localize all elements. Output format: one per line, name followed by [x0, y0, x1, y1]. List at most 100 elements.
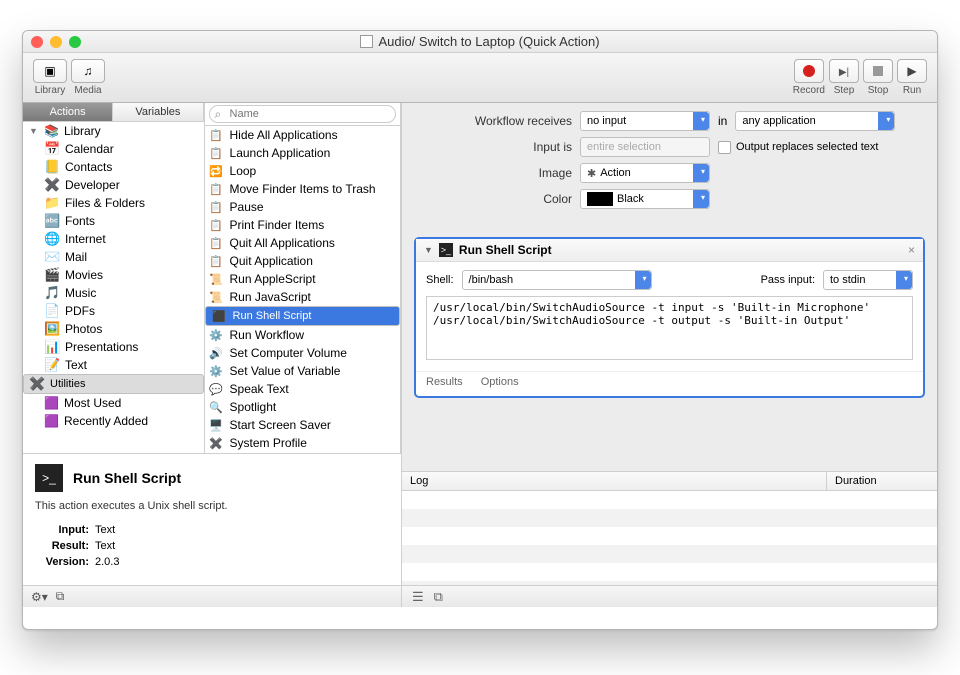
image-select[interactable]: ✱Action	[580, 163, 710, 183]
gear-icon[interactable]: ⚙︎▾	[31, 590, 48, 604]
library-item-mail[interactable]: ✉️Mail	[23, 248, 204, 266]
library-item-movies[interactable]: 🎬Movies	[23, 266, 204, 284]
log-panel: Log Duration	[402, 471, 937, 585]
list-view-icon[interactable]: ☰	[412, 589, 424, 605]
receives-label: Workflow receives	[422, 114, 572, 128]
variables-tab[interactable]: Variables	[113, 103, 203, 121]
receives-select[interactable]: no input	[580, 111, 710, 131]
library-item-fonts[interactable]: 🔤Fonts	[23, 212, 204, 230]
library-item-developer[interactable]: ✖️Developer	[23, 176, 204, 194]
library-item-contacts[interactable]: 📒Contacts	[23, 158, 204, 176]
log-rows	[402, 491, 937, 585]
inputis-label: Input is	[422, 140, 572, 154]
shell-select[interactable]: /bin/bash	[462, 270, 652, 290]
library-smart-most-used[interactable]: 🟪Most Used	[23, 394, 204, 412]
action-pause[interactable]: 📋Pause	[205, 198, 400, 216]
workflow-settings: Workflow receives no input in any applic…	[402, 103, 937, 227]
actions-column: 📋Hide All Applications📋Launch Applicatio…	[205, 103, 401, 453]
action-set-computer-volume[interactable]: 🔊Set Computer Volume	[205, 344, 400, 362]
library-root[interactable]: ▼📚Library	[23, 122, 204, 140]
window-title: Audio/ Switch to Laptop (Quick Action)	[23, 34, 937, 49]
action-run-workflow[interactable]: ⚙️Run Workflow	[205, 326, 400, 344]
action-move-finder-items-to-trash[interactable]: 📋Move Finder Items to Trash	[205, 180, 400, 198]
library-item-pdfs[interactable]: 📄PDFs	[23, 302, 204, 320]
duration-column-header[interactable]: Duration	[827, 472, 937, 490]
application-select[interactable]: any application	[735, 111, 895, 131]
remove-action-button[interactable]: ×	[908, 243, 915, 257]
action-print-finder-items[interactable]: 📋Print Finder Items	[205, 216, 400, 234]
workflow-canvas[interactable]: ▼ >_ Run Shell Script × Shell: /bin/bash…	[402, 227, 937, 471]
passinput-select[interactable]: to stdin	[823, 270, 913, 290]
stop-button[interactable]: Stop	[861, 59, 895, 96]
action-hide-all-applications[interactable]: 📋Hide All Applications	[205, 126, 400, 144]
library-item-internet[interactable]: 🌐Internet	[23, 230, 204, 248]
script-textarea[interactable]	[426, 296, 913, 360]
action-run-shell-script[interactable]: ⬛Run Shell Script	[205, 306, 400, 326]
actions-tab[interactable]: Actions	[23, 103, 113, 121]
info-version-value: 2.0.3	[95, 554, 119, 570]
search-input[interactable]	[209, 105, 396, 123]
action-set-value-of-variable[interactable]: ⚙️Set Value of Variable	[205, 362, 400, 380]
library-smart-recently-added[interactable]: 🟪Recently Added	[23, 412, 204, 430]
info-result-value: Text	[95, 538, 115, 554]
action-launch-application[interactable]: 📋Launch Application	[205, 144, 400, 162]
run-shell-script-card: ▼ >_ Run Shell Script × Shell: /bin/bash…	[414, 237, 925, 398]
library-toggle[interactable]: ▣Library	[31, 59, 69, 96]
action-start-screen-saver[interactable]: 🖥️Start Screen Saver	[205, 416, 400, 434]
in-label: in	[718, 114, 727, 128]
action-speak-text[interactable]: 💬Speak Text	[205, 380, 400, 398]
action-run-applescript[interactable]: 📜Run AppleScript	[205, 270, 400, 288]
shell-label: Shell:	[426, 274, 454, 286]
options-tab[interactable]: Options	[481, 376, 519, 388]
output-replaces-label: Output replaces selected text	[736, 141, 878, 153]
library-item-photos[interactable]: 🖼️Photos	[23, 320, 204, 338]
library-tree[interactable]: ▼📚Library📅Calendar📒Contacts✖️Developer📁F…	[23, 122, 204, 453]
card-header[interactable]: ▼ >_ Run Shell Script ×	[416, 239, 923, 262]
document-proxy-icon[interactable]	[360, 35, 373, 48]
results-tab[interactable]: Results	[426, 376, 463, 388]
automator-window: Audio/ Switch to Laptop (Quick Action) ▣…	[22, 30, 938, 630]
info-version-label: Version:	[35, 554, 95, 570]
inputis-select: entire selection	[580, 137, 710, 157]
search-bar	[205, 103, 400, 126]
workflow-panel: Workflow receives no input in any applic…	[402, 103, 937, 607]
actions-list[interactable]: 📋Hide All Applications📋Launch Applicatio…	[205, 126, 400, 453]
library-item-files-folders[interactable]: 📁Files & Folders	[23, 194, 204, 212]
terminal-icon: >_	[35, 464, 63, 492]
action-quit-all-applications[interactable]: 📋Quit All Applications	[205, 234, 400, 252]
library-sidebar: Actions Variables ▼📚Library📅Calendar📒Con…	[23, 103, 205, 453]
step-button[interactable]: Step	[827, 59, 861, 96]
passinput-label: Pass input:	[761, 274, 815, 286]
info-title: Run Shell Script	[73, 470, 181, 486]
library-item-calendar[interactable]: 📅Calendar	[23, 140, 204, 158]
media-toggle[interactable]: ♫Media	[69, 59, 107, 96]
info-description: This action executes a Unix shell script…	[35, 500, 389, 512]
disclosure-triangle-icon[interactable]: ▼	[424, 245, 433, 255]
action-system-profile[interactable]: ✖️System Profile	[205, 434, 400, 452]
flow-icon[interactable]: ⧉	[56, 589, 65, 604]
run-button[interactable]: Run	[895, 59, 929, 96]
record-button[interactable]: Record	[791, 59, 827, 96]
checkbox-icon	[718, 141, 731, 154]
window-title-text: Audio/ Switch to Laptop (Quick Action)	[378, 34, 599, 49]
output-replaces-checkbox[interactable]: Output replaces selected text	[718, 141, 878, 154]
info-input-label: Input:	[35, 522, 95, 538]
toolbar: ▣Library♫Media RecordStepStopRun	[23, 53, 937, 103]
action-run-javascript[interactable]: 📜Run JavaScript	[205, 288, 400, 306]
color-label: Color	[422, 192, 572, 206]
flow-view-icon[interactable]: ⧉	[434, 589, 443, 605]
library-item-music[interactable]: 🎵Music	[23, 284, 204, 302]
library-item-utilities[interactable]: ✖️Utilities	[23, 374, 204, 394]
color-select[interactable]: Black	[580, 189, 710, 209]
action-info-pane: >_ Run Shell Script This action executes…	[23, 453, 401, 585]
toolbar-right-group: RecordStepStopRun	[791, 59, 929, 96]
action-spotlight[interactable]: 🔍Spotlight	[205, 398, 400, 416]
terminal-icon: >_	[439, 243, 453, 257]
action-quit-application[interactable]: 📋Quit Application	[205, 252, 400, 270]
info-input-value: Text	[95, 522, 115, 538]
info-result-label: Result:	[35, 538, 95, 554]
library-item-text[interactable]: 📝Text	[23, 356, 204, 374]
action-loop[interactable]: 🔁Loop	[205, 162, 400, 180]
log-column-header[interactable]: Log	[402, 472, 827, 490]
library-item-presentations[interactable]: 📊Presentations	[23, 338, 204, 356]
